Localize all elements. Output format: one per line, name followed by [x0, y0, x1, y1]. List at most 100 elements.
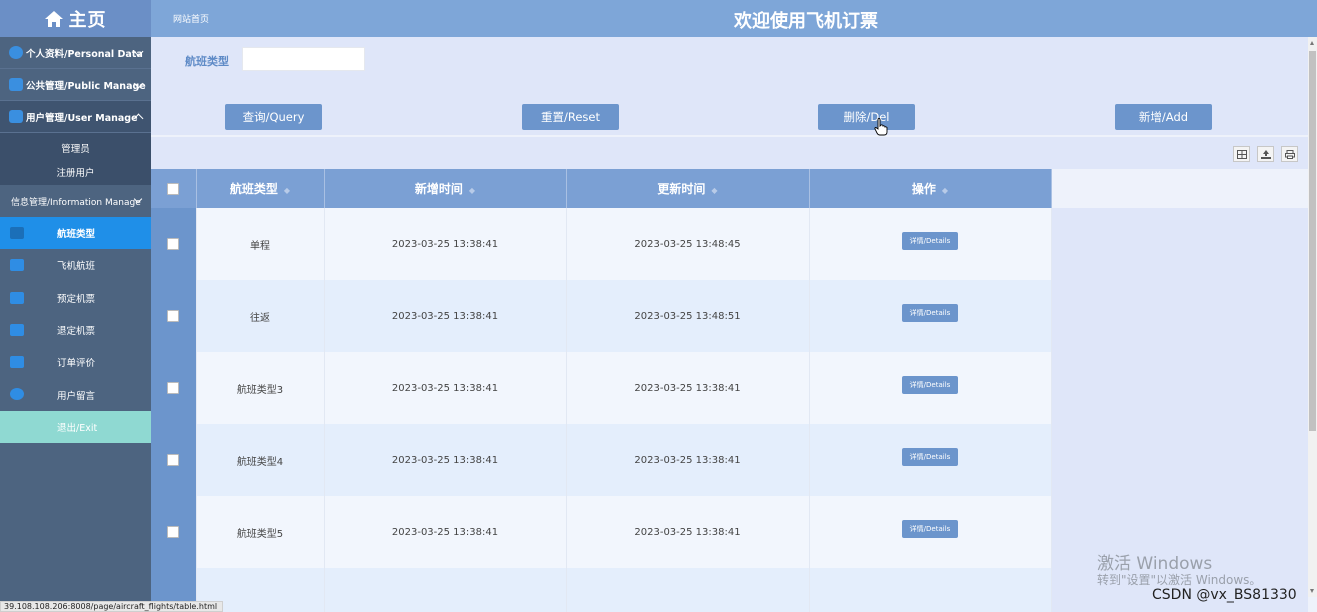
- column-header-created-time[interactable]: 新增时间 ◆: [324, 169, 567, 208]
- sidebar-item-refund-tickets[interactable]: 退定机票: [0, 314, 151, 346]
- column-header-actions[interactable]: 操作 ◆: [809, 169, 1052, 208]
- clipboard-icon: [10, 356, 24, 369]
- details-button[interactable]: 详情/Details: [902, 448, 958, 466]
- columns-icon[interactable]: [1233, 146, 1250, 162]
- cell-flight-type: 航班类型5: [196, 496, 325, 568]
- page-title: 欢迎使用飞机订票: [734, 11, 878, 32]
- search-label: 航班类型: [185, 55, 229, 68]
- cell-actions: 详情/Details: [809, 496, 1052, 568]
- menu-group-public-manage[interactable]: 公共管理/Public Manage: [0, 69, 151, 101]
- page-scrollbar[interactable]: [1308, 37, 1317, 597]
- row-select-cell: [151, 352, 197, 424]
- csdn-watermark: CSDN @vx_BS81330: [1152, 587, 1297, 603]
- cell-created-time: 2023-03-25 13:38:41: [324, 424, 567, 496]
- sidebar: 主页 个人资料/Personal Data 公共管理/Public Manage…: [0, 0, 151, 612]
- row-checkbox[interactable]: [167, 454, 180, 466]
- table-row-partial: [151, 568, 1052, 612]
- sidebar-item-label: 退定机票: [57, 326, 96, 338]
- sidebar-item-order-reviews[interactable]: 订单评价: [0, 346, 151, 378]
- row-checkbox[interactable]: [167, 238, 180, 250]
- select-all-checkbox[interactable]: [167, 183, 180, 195]
- print-icon[interactable]: [1281, 146, 1298, 162]
- sort-icon: ◆: [941, 186, 949, 195]
- scroll-down-arrow-icon[interactable]: [1310, 589, 1314, 593]
- row-checkbox[interactable]: [167, 526, 180, 538]
- sort-icon: ◆: [283, 186, 291, 195]
- menu-group-label: 用户管理/User Manage: [26, 112, 138, 124]
- menu-group-information-manage[interactable]: 信息管理/Information Manage: [0, 185, 151, 217]
- sidebar-item-label: 订单评价: [57, 358, 96, 370]
- cell-updated-time: 2023-03-25 13:38:41: [566, 352, 810, 424]
- row-checkbox[interactable]: [167, 310, 180, 322]
- sort-icon: ◆: [711, 186, 718, 195]
- sort-icon: ◆: [468, 186, 476, 195]
- menu-group-label: 公共管理/Public Manage: [26, 80, 146, 92]
- hand-cursor-icon: [874, 118, 888, 136]
- cell-updated-time: 2023-03-25 13:38:41: [566, 424, 810, 496]
- column-header-label: 更新时间: [657, 182, 706, 196]
- table-header-row: 航班类型 ◆ 新增时间 ◆ 更新时间 ◆ 操作 ◆: [151, 169, 1052, 208]
- export-icon[interactable]: [1257, 146, 1274, 162]
- row-select-cell: [151, 424, 197, 496]
- sidebar-home[interactable]: 主页: [0, 0, 151, 37]
- details-button[interactable]: 详情/Details: [902, 304, 958, 322]
- details-button[interactable]: 详情/Details: [902, 520, 958, 538]
- cell-created-time: 2023-03-25 13:38:41: [324, 208, 567, 280]
- cell-flight-type: 航班类型3: [196, 352, 325, 424]
- cell-flight-type: 往返: [196, 280, 325, 352]
- delete-button[interactable]: 删除/Del: [818, 104, 915, 130]
- sidebar-home-label: 主页: [68, 9, 107, 31]
- cell-flight-type: 航班类型4: [196, 424, 325, 496]
- home-icon: [44, 10, 63, 27]
- cell-created-time: 2023-03-25 13:38:41: [324, 352, 567, 424]
- details-button[interactable]: 详情/Details: [902, 232, 958, 250]
- flight-type-search-input[interactable]: [242, 47, 365, 71]
- query-button[interactable]: 查询/Query: [225, 104, 322, 130]
- cell-actions: 详情/Details: [809, 352, 1052, 424]
- row-select-cell: [151, 496, 197, 568]
- scrollbar-thumb[interactable]: [1309, 51, 1316, 431]
- details-button[interactable]: 详情/Details: [902, 376, 958, 394]
- grid-icon: [9, 78, 23, 91]
- users-icon: [10, 291, 24, 304]
- status-bar-url: 39.108.108.206:8008/page/aircraft_flight…: [0, 601, 224, 612]
- flight-type-table: 航班类型 ◆ 新增时间 ◆ 更新时间 ◆ 操作 ◆ 单程 2023-03-25 13:3…: [151, 169, 1052, 612]
- pencil-icon: [10, 227, 24, 239]
- table-header-filler: [1051, 169, 1308, 208]
- menu-group-personal-data[interactable]: 个人资料/Personal Data: [0, 37, 151, 69]
- sidebar-item-admin[interactable]: 管理员: [0, 133, 151, 159]
- windows-activation-hint: 转到"设置"以激活 Windows。: [1097, 573, 1262, 587]
- sidebar-item-label: 航班类型: [57, 229, 96, 241]
- person-icon: [9, 46, 23, 59]
- table-toolbar: [151, 137, 1308, 169]
- reset-button[interactable]: 重置/Reset: [522, 104, 619, 130]
- table-row: 单程 2023-03-25 13:38:41 2023-03-25 13:48:…: [151, 208, 1052, 280]
- sidebar-item-aircraft-flights[interactable]: 飞机航班: [0, 249, 151, 281]
- sidebar-item-book-tickets[interactable]: 预定机票: [0, 282, 151, 314]
- cell-updated-time: 2023-03-25 13:48:51: [566, 280, 810, 352]
- column-header-updated-time[interactable]: 更新时间 ◆: [566, 169, 810, 208]
- sidebar-item-label: 飞机航班: [57, 261, 96, 273]
- logout-icon: [10, 388, 24, 401]
- add-button[interactable]: 新增/Add: [1115, 104, 1212, 130]
- cell-updated-time: 2023-03-25 13:48:45: [566, 208, 810, 280]
- cell-created-time: 2023-03-25 13:38:41: [324, 280, 567, 352]
- column-header-label: 操作: [911, 182, 936, 196]
- menu-group-label: 个人资料/Personal Data: [26, 48, 143, 60]
- sidebar-item-label: 预定机票: [57, 293, 96, 305]
- column-header-flight-type[interactable]: 航班类型 ◆: [196, 169, 325, 208]
- table-row: 航班类型4 2023-03-25 13:38:41 2023-03-25 13:…: [151, 424, 1052, 496]
- column-header-label: 航班类型: [229, 182, 278, 196]
- menu-group-user-manage[interactable]: 用户管理/User Manage: [0, 101, 151, 133]
- sidebar-item-registered-users[interactable]: 注册用户: [0, 159, 151, 185]
- sidebar-item-exit[interactable]: 退出/Exit: [0, 410, 151, 443]
- scroll-up-arrow-icon[interactable]: [1310, 41, 1314, 45]
- sidebar-item-user-messages[interactable]: 用户留言: [0, 378, 151, 410]
- column-header-label: 新增时间: [414, 182, 463, 196]
- tag-icon: [10, 259, 24, 272]
- cell-created-time: 2023-03-25 13:38:41: [324, 496, 567, 568]
- sidebar-item-flight-types[interactable]: 航班类型: [0, 217, 151, 250]
- table-row: 航班类型5 2023-03-25 13:38:41 2023-03-25 13:…: [151, 496, 1052, 568]
- row-checkbox[interactable]: [167, 382, 180, 394]
- sidebar-item-label: 退出/Exit: [57, 422, 98, 434]
